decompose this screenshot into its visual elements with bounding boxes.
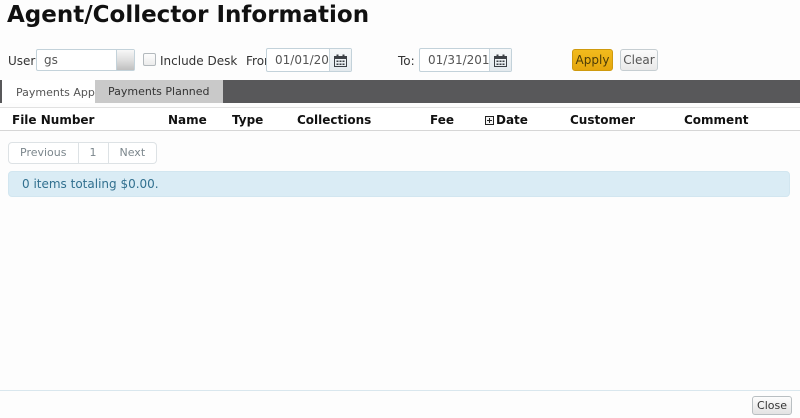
from-date-field bbox=[266, 48, 352, 72]
column-header-collections[interactable]: Collections bbox=[297, 108, 371, 132]
next-page-button[interactable]: Next bbox=[109, 142, 158, 164]
tab-bar: Payments Applied Payments Planned bbox=[0, 80, 800, 103]
tab-payments-planned[interactable]: Payments Planned bbox=[95, 80, 223, 103]
close-button[interactable]: Close bbox=[752, 396, 792, 415]
previous-page-button[interactable]: Previous bbox=[8, 142, 79, 164]
column-header-type[interactable]: Type bbox=[232, 108, 263, 132]
include-desk-label: Include Desk bbox=[160, 54, 237, 68]
column-header-comment[interactable]: Comment bbox=[684, 108, 748, 132]
apply-button[interactable]: Apply bbox=[572, 49, 613, 71]
pagination: Previous 1 Next bbox=[8, 142, 157, 164]
calendar-icon bbox=[334, 54, 347, 67]
users-combobox[interactable] bbox=[36, 49, 135, 71]
from-calendar-button[interactable] bbox=[329, 49, 351, 71]
column-header-fee[interactable]: Fee bbox=[430, 108, 454, 132]
column-header-date[interactable]: Date bbox=[485, 108, 528, 132]
agent-collector-window: Agent/Collector Information Users: Inclu… bbox=[0, 0, 800, 418]
expand-date-icon[interactable] bbox=[485, 116, 494, 125]
users-input[interactable] bbox=[37, 50, 116, 70]
from-date-input[interactable] bbox=[267, 49, 330, 71]
summary-alert: 0 items totaling $0.00. bbox=[8, 171, 790, 197]
page-number-button[interactable]: 1 bbox=[79, 142, 109, 164]
summary-text: 0 items totaling $0.00. bbox=[22, 177, 159, 191]
include-desk-checkbox[interactable] bbox=[143, 53, 156, 66]
page-title: Agent/Collector Information bbox=[7, 2, 369, 28]
to-date-field bbox=[419, 48, 512, 72]
table-header: File Number Name Type Collections Fee Da… bbox=[0, 107, 800, 131]
users-dropdown-button[interactable] bbox=[116, 50, 134, 70]
calendar-icon bbox=[494, 54, 507, 67]
date-column-label: Date bbox=[496, 113, 528, 127]
column-header-name[interactable]: Name bbox=[168, 108, 207, 132]
to-label: To: bbox=[398, 54, 415, 68]
to-date-input[interactable] bbox=[420, 49, 490, 71]
footer-divider bbox=[0, 390, 800, 391]
column-header-file-number[interactable]: File Number bbox=[12, 108, 94, 132]
column-header-customer[interactable]: Customer bbox=[570, 108, 635, 132]
clear-button[interactable]: Clear bbox=[620, 49, 658, 71]
to-calendar-button[interactable] bbox=[489, 49, 511, 71]
